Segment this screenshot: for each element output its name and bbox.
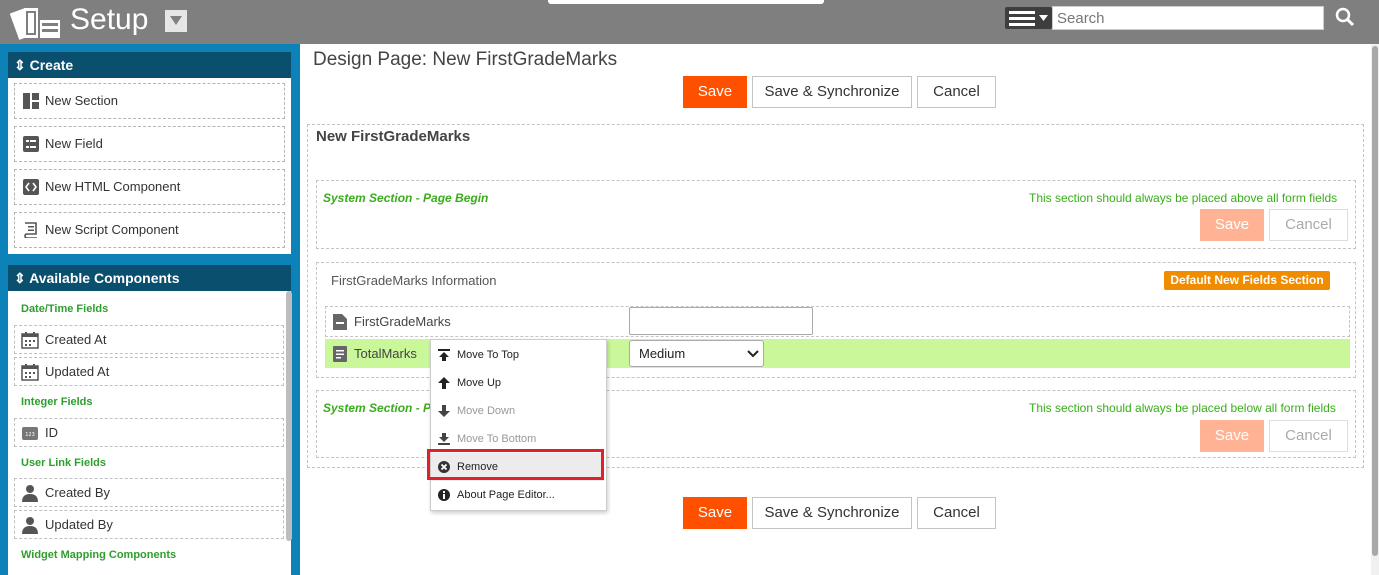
totalmarks-select-value: Medium <box>639 346 686 361</box>
page-title: Design Page: New FirstGradeMarks <box>313 49 618 70</box>
user-icon <box>22 517 38 534</box>
sidebar-scrollbar[interactable] <box>286 291 292 541</box>
component-created-at[interactable]: Created At <box>14 325 284 354</box>
number-icon: 123 <box>22 427 38 440</box>
calendar-icon <box>21 332 39 349</box>
save-synchronize-button[interactable]: Save & Synchronize <box>752 76 912 108</box>
component-label: Updated By <box>45 517 113 532</box>
menu-item-about-page-editor[interactable]: About Page Editor... <box>431 481 604 509</box>
section-cancel-button[interactable]: Cancel <box>1269 420 1348 452</box>
collapse-toggle-icon: ⇕ <box>14 270 26 286</box>
menu-item-move-to-top[interactable]: Move To Top <box>431 341 604 369</box>
field-list-icon <box>23 136 39 152</box>
collapse-toggle-icon: ⇕ <box>14 57 26 73</box>
new-script-component-item[interactable]: New Script Component <box>14 212 285 248</box>
new-section-item[interactable]: New Section <box>14 83 285 119</box>
remove-highlight-box <box>427 449 604 480</box>
menu-item-move-up[interactable]: Move Up <box>431 369 604 397</box>
caret-down-icon <box>170 16 182 25</box>
new-script-component-label: New Script Component <box>45 222 179 237</box>
hamburger-menu-icon <box>1009 11 1048 26</box>
arrow-to-top-icon <box>438 349 450 361</box>
menu-item-move-down[interactable]: Move Down <box>431 397 604 425</box>
system-section-begin-label: System Section - Page Begin <box>323 191 489 205</box>
page-scrollbar-thumb[interactable] <box>1372 46 1378 556</box>
save-button[interactable]: Save <box>683 76 747 108</box>
firstgrademarks-input[interactable] <box>629 307 813 335</box>
top-bar: Setup <box>0 0 1379 44</box>
group-label-user-link: User Link Fields <box>21 457 106 469</box>
cancel-button[interactable]: Cancel <box>917 76 996 108</box>
new-field-item[interactable]: New Field <box>14 126 285 162</box>
code-brackets-icon <box>23 179 39 195</box>
component-label: Created At <box>45 332 107 347</box>
create-panel-title: Create <box>29 57 74 73</box>
available-components-title: Available Components <box>29 270 180 286</box>
field-label-firstgrademarks: FirstGradeMarks <box>354 314 451 329</box>
component-updated-at[interactable]: Updated At <box>14 357 284 386</box>
system-section-begin-note: This section should always be placed abo… <box>1029 191 1338 205</box>
new-field-label: New Field <box>45 136 103 151</box>
script-scroll-icon <box>24 222 37 238</box>
save-button-bottom[interactable]: Save <box>683 497 747 529</box>
list-field-icon <box>333 346 347 362</box>
field-label-totalmarks: TotalMarks <box>354 346 417 361</box>
menu-item-label: About Page Editor... <box>457 489 555 501</box>
new-section-label: New Section <box>45 93 118 108</box>
app-title: Setup <box>70 3 149 36</box>
menu-item-label: Move Up <box>457 377 502 389</box>
title-dropdown-button[interactable] <box>165 10 187 32</box>
app-logo-icon[interactable] <box>9 2 62 42</box>
section-save-button[interactable]: Save <box>1200 209 1264 241</box>
svg-text:123: 123 <box>25 432 35 438</box>
component-label: ID <box>45 425 58 440</box>
chevron-down-icon <box>747 350 759 358</box>
menu-item-label: Move To Bottom <box>457 433 537 445</box>
arrow-down-icon <box>438 405 450 417</box>
document-field-icon <box>333 314 347 330</box>
available-components-header[interactable]: ⇕ Available Components <box>8 265 291 291</box>
sidebar: ⇕ Create New Section New Field New HTML … <box>0 44 300 575</box>
component-created-by[interactable]: Created By <box>14 478 284 507</box>
cancel-button-bottom[interactable]: Cancel <box>917 497 996 529</box>
group-label-datetime: Date/Time Fields <box>21 303 109 315</box>
component-updated-by[interactable]: Updated By <box>14 510 284 539</box>
default-section-badge: Default New Fields Section <box>1164 271 1330 290</box>
component-label: Created By <box>45 485 111 500</box>
menu-item-label: Move Down <box>457 405 516 417</box>
arrow-up-icon <box>438 377 450 389</box>
totalmarks-select[interactable]: Medium <box>629 340 764 367</box>
new-html-component-item[interactable]: New HTML Component <box>14 169 285 205</box>
component-id[interactable]: 123 ID <box>14 418 284 447</box>
arrow-to-bottom-icon <box>438 433 450 445</box>
top-tab-indicator <box>548 0 824 4</box>
info-icon <box>438 489 450 501</box>
calendar-icon <box>21 364 39 381</box>
create-panel-header[interactable]: ⇕ Create <box>8 52 291 78</box>
form-title: New FirstGradeMarks <box>316 128 471 145</box>
group-label-integer: Integer Fields <box>21 396 93 408</box>
search-input[interactable] <box>1052 6 1324 30</box>
system-section-end-label: System Section - P <box>323 401 432 415</box>
section-layout-icon <box>23 93 39 109</box>
available-components-panel: ⇕ Available Components Date/Time Fields … <box>8 265 292 575</box>
new-html-component-label: New HTML Component <box>45 179 181 194</box>
menu-item-label: Move To Top <box>457 349 519 361</box>
info-section-title: FirstGradeMarks Information <box>331 273 497 288</box>
create-panel: ⇕ Create New Section New Field New HTML … <box>8 52 291 254</box>
save-synchronize-button-bottom[interactable]: Save & Synchronize <box>752 497 912 529</box>
menu-button[interactable] <box>1005 7 1052 29</box>
group-label-widget-mapping: Widget Mapping Components <box>21 549 177 561</box>
context-menu: Move To Top Move Up Move Down Move To Bo… <box>430 339 607 511</box>
section-save-button[interactable]: Save <box>1200 420 1264 452</box>
search-icon[interactable] <box>1335 7 1355 27</box>
field-row[interactable] <box>325 306 1350 337</box>
user-icon <box>22 485 38 502</box>
page-scrollbar[interactable] <box>1371 44 1379 575</box>
component-label: Updated At <box>45 364 110 379</box>
section-cancel-button[interactable]: Cancel <box>1269 209 1348 241</box>
system-section-end-note: This section should always be placed bel… <box>1029 401 1336 415</box>
